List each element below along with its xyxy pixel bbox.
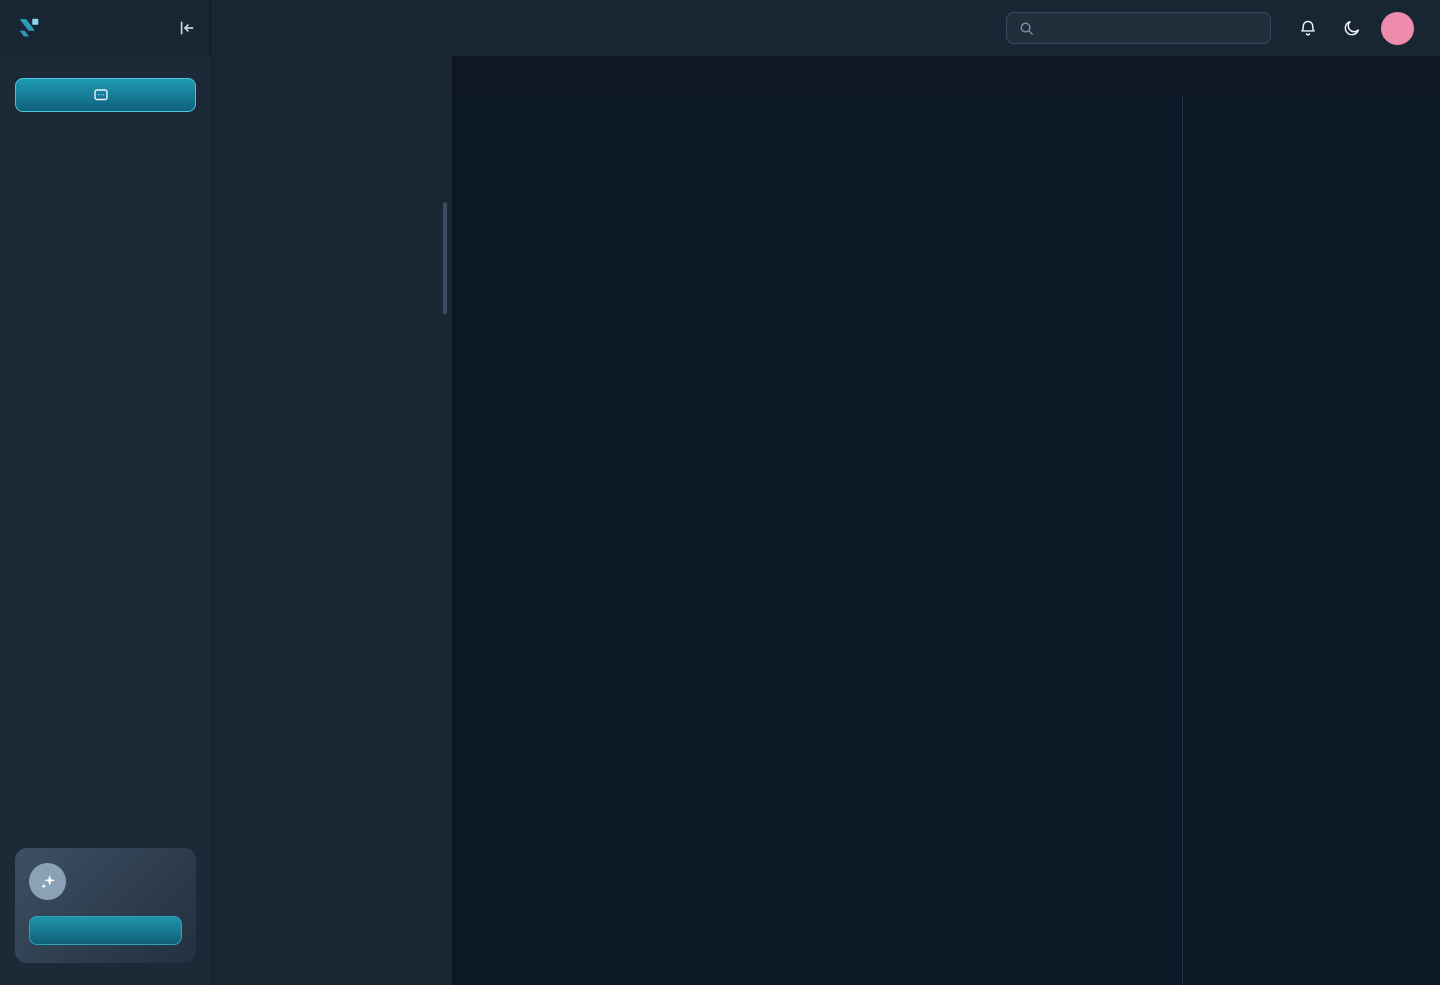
search-input[interactable]: [1043, 20, 1258, 36]
editor-column: [452, 56, 1440, 985]
topbar: [0, 0, 1440, 56]
file-tree-panel: [211, 56, 452, 985]
message-icon: [93, 87, 109, 103]
tree-scrollbar-thumb[interactable]: [443, 202, 447, 314]
upgrade-button[interactable]: [29, 916, 182, 945]
user-profile[interactable]: [1381, 12, 1424, 45]
new-projects-button[interactable]: [15, 78, 196, 112]
editor-tabs: [452, 56, 1440, 95]
dark-mode-moon-icon[interactable]: [1343, 19, 1361, 37]
sparkle-icon: [29, 863, 66, 900]
sidebar: [0, 56, 211, 985]
topbar-icons: [1299, 19, 1361, 37]
sidebar-collapse-icon[interactable]: [178, 19, 196, 37]
minimap[interactable]: [1182, 95, 1440, 985]
main-area: [0, 56, 1440, 985]
code-editor-area[interactable]: [452, 95, 1182, 985]
app-logo-icon: [16, 15, 42, 41]
premium-card: [15, 848, 196, 963]
search-icon: [1019, 21, 1034, 36]
search-box[interactable]: [1006, 12, 1271, 44]
notifications-bell-icon[interactable]: [1299, 19, 1317, 37]
avatar[interactable]: [1381, 12, 1414, 45]
editor-wrap: [452, 95, 1440, 985]
brand: [0, 0, 211, 56]
app-window: [0, 0, 1440, 985]
